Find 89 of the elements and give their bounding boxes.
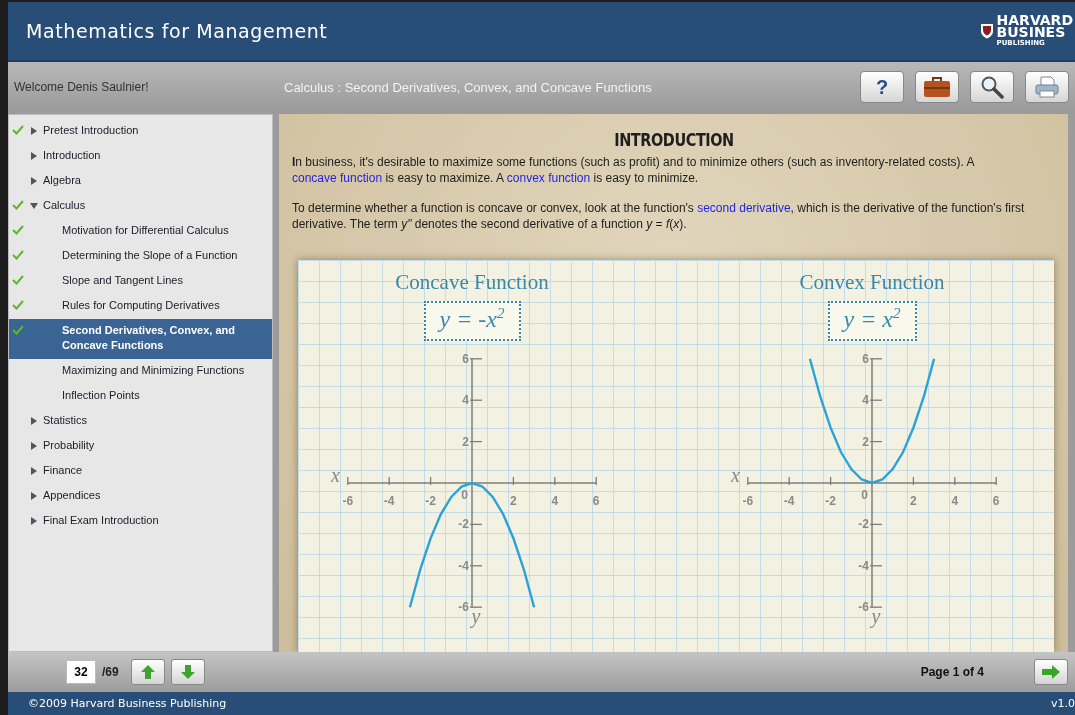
axis-label: x	[730, 464, 740, 486]
sidebar-item[interactable]: Determining the Slope of a Function	[9, 244, 272, 269]
sidebar-item[interactable]: Rules for Computing Derivatives	[9, 294, 272, 319]
search-button[interactable]	[970, 71, 1014, 103]
copyright-text: ©2009 Harvard Business Publishing	[28, 697, 227, 710]
next-page-button[interactable]	[1034, 659, 1068, 685]
origin-label: 0	[461, 488, 468, 502]
next-section-button[interactable]	[170, 659, 205, 685]
chart-title: Concave Function	[395, 270, 549, 295]
tick-label: 2	[862, 434, 869, 449]
breadcrumb: Calculus : Second Derivatives, Convex, and Concave Functions	[284, 79, 653, 95]
axis-label: y	[871, 605, 881, 628]
paragraph: In business, it's desirable to maximize some functions (such as profit) and to minimize others (such as inventory-related costs). A concave function is easy to maximize. A convex function is easy to minimize.	[292, 154, 976, 186]
tick-label: -6	[742, 494, 754, 508]
arrow-right-icon	[1041, 664, 1061, 680]
sidebar-item[interactable]: Inflection Points	[9, 384, 272, 409]
previous-button[interactable]	[130, 659, 165, 685]
logo-text: BUSINES	[996, 26, 1066, 39]
search-icon	[980, 75, 1004, 99]
welcome-text: Welcome Denis Saulnier!	[14, 80, 150, 94]
arrow-down-icon	[179, 664, 196, 680]
arrow-up-icon	[139, 664, 156, 680]
sidebar-item[interactable]: Slope and Tangent Lines	[9, 269, 272, 294]
tick-label: -6	[858, 600, 869, 615]
tick-label: -2	[858, 517, 869, 532]
sidebar-item[interactable]: Introduction	[9, 144, 272, 169]
tick-label: -4	[458, 558, 469, 573]
link[interactable]: convex function	[506, 171, 591, 185]
link[interactable]: concave function	[292, 171, 383, 185]
tick-label: 4	[951, 494, 959, 508]
tick-label: -2	[825, 494, 836, 508]
sidebar-item[interactable]: Algebra	[9, 169, 272, 194]
section-heading: INTRODUCTION	[613, 130, 735, 150]
axis-label: x	[330, 464, 340, 486]
tick-label: 6	[592, 494, 600, 508]
paragraph: To determine whether a function is concave or convex, look at the function's second derivative, which is the derivative of the function's first derivative. The term y" denotes the second derivative of a function y = f(x).	[292, 200, 1026, 232]
chart-title: Convex Function	[799, 270, 945, 295]
tick-label: 6	[862, 351, 869, 366]
caret-right-icon[interactable]	[30, 177, 38, 185]
sidebar-item[interactable]: Pretest Introduction	[9, 119, 272, 144]
caret-right-icon[interactable]	[30, 492, 38, 500]
briefcase-icon	[923, 76, 951, 98]
caret-right-icon[interactable]	[30, 467, 38, 475]
sidebar-item[interactable]: Final Exam Introduction	[9, 509, 272, 534]
caret-right-icon[interactable]	[30, 517, 38, 525]
tick-label: 2	[462, 434, 469, 449]
printer-icon	[1034, 75, 1060, 99]
version-text: v1.0	[1051, 697, 1075, 710]
sidebar-item[interactable]: Appendices	[9, 484, 272, 509]
tick-label: 4	[551, 494, 559, 508]
tick-label: -6	[342, 494, 354, 508]
equation-label: y = -x$^{2}$	[423, 301, 521, 341]
tick-label: -4	[858, 558, 869, 573]
tick-label: 6	[992, 494, 1000, 508]
link[interactable]: second derivative	[697, 201, 791, 215]
caret-down-icon[interactable]	[30, 202, 38, 210]
equation-label: y = x$^{2}$	[827, 301, 917, 341]
sidebar-item[interactable]: Finance	[9, 459, 272, 484]
sidebar-item[interactable]: Statistics	[9, 409, 272, 434]
caret-right-icon[interactable]	[30, 417, 38, 425]
axis-label: y	[471, 605, 481, 628]
tick-label: -2	[425, 494, 436, 508]
tick-label: 4	[862, 393, 869, 408]
caret-right-icon[interactable]	[30, 442, 38, 450]
tick-label: 2	[510, 494, 517, 508]
tick-label: -2	[458, 517, 469, 532]
tick-label: 4	[462, 393, 469, 408]
tick-label: 2	[910, 494, 917, 508]
logo-text: HARVARD	[996, 14, 1073, 27]
sidebar-item[interactable]: Calculus	[9, 194, 272, 219]
caret-right-icon[interactable]	[30, 127, 38, 135]
page-total: /69	[102, 665, 119, 679]
tick-label: 6	[462, 351, 469, 366]
page-indicator: Page 1 of 4	[920, 665, 984, 679]
page-number-field[interactable]: 32	[66, 660, 96, 684]
tick-label: -4	[783, 494, 795, 508]
sidebar-item[interactable]: Second Derivatives, Convex, and Concave Functions	[9, 319, 272, 359]
shield-icon	[979, 23, 994, 39]
help-button[interactable]: ?	[860, 71, 904, 103]
tick-label: -4	[383, 494, 395, 508]
sidebar-item[interactable]: Probability	[9, 434, 272, 459]
origin-label: 0	[861, 488, 868, 502]
print-button[interactable]	[1025, 71, 1069, 103]
window-title: Mathematics for Management	[26, 20, 328, 42]
tick-label: -6	[458, 600, 469, 615]
briefcase-button[interactable]	[915, 71, 959, 103]
caret-right-icon[interactable]	[30, 152, 38, 160]
sidebar-item[interactable]: Maximizing and Minimizing Functions	[9, 359, 272, 384]
sidebar-item[interactable]: Motivation for Differential Calculus	[9, 219, 272, 244]
